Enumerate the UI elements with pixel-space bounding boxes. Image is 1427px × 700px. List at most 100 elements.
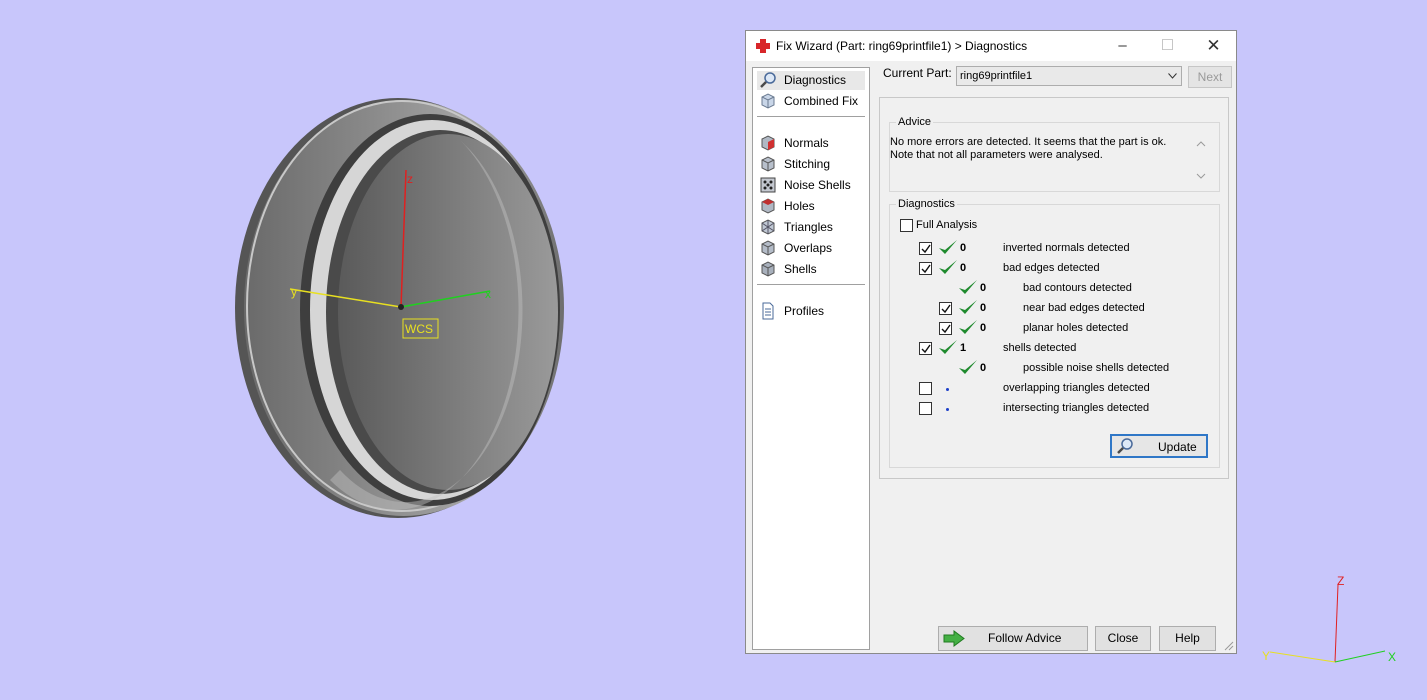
resize-grip-icon[interactable]: [1224, 641, 1234, 651]
green-check-icon: [959, 320, 977, 334]
dialog-title: Fix Wizard (Part: ring69printfile1) > Di…: [776, 39, 1028, 53]
row-checkbox[interactable]: [919, 342, 932, 355]
row-count: 1: [960, 342, 967, 354]
row-label: overlapping triangles detected: [1003, 382, 1150, 394]
row-count: 0: [960, 242, 967, 254]
normals-cube-icon: [761, 135, 775, 151]
close-button[interactable]: Close: [1095, 626, 1151, 651]
full-analysis-checkbox[interactable]: [900, 219, 913, 232]
pending-dot-icon: [946, 408, 949, 411]
green-check-icon: [939, 240, 957, 254]
nav-divider: [757, 116, 865, 117]
full-analysis-label: Full Analysis: [916, 219, 978, 231]
nav-label: Noise Shells: [784, 178, 851, 192]
row-checkbox[interactable]: [919, 382, 932, 395]
diagnostics-title: Diagnostics: [896, 198, 957, 210]
nav-label: Combined Fix: [784, 94, 859, 108]
row-checkbox[interactable]: [919, 242, 932, 255]
mini-axis-x-label: X: [1388, 650, 1396, 664]
follow-advice-button[interactable]: Follow Advice: [938, 626, 1088, 651]
current-part-label: Current Part:: [883, 66, 952, 80]
row-label: shells detected: [1003, 342, 1077, 354]
nav-label: Shells: [784, 262, 817, 276]
document-icon: [762, 302, 774, 320]
nav-label: Normals: [784, 136, 829, 150]
advice-text: No more errors are detected. It seems th…: [890, 136, 1200, 178]
row-label: planar holes detected: [1023, 322, 1129, 334]
row-label: near bad edges detected: [1023, 302, 1145, 314]
nav-item-triangles[interactable]: Triangles: [757, 218, 865, 237]
advice-line-1: No more errors are detected. It seems th…: [890, 136, 1167, 148]
row-checkbox[interactable]: [939, 322, 952, 335]
update-label: Update: [1158, 440, 1197, 454]
update-button[interactable]: Update: [1110, 434, 1208, 458]
nav-item-noise-shells[interactable]: Noise Shells: [757, 176, 865, 195]
wizard-nav-list: Diagnostics Combined Fix Normals Stitchi…: [752, 67, 870, 650]
current-part-value: ring69printfile1: [960, 70, 1033, 82]
nav-item-stitching[interactable]: Stitching: [757, 155, 865, 174]
mini-axis-y-label: Y: [1262, 649, 1270, 663]
nav-label: Holes: [784, 199, 815, 213]
diagnostics-panel: Advice No more errors are detected. It s…: [879, 97, 1229, 479]
triangles-cube-icon: [761, 219, 775, 235]
noise-shells-icon: [760, 177, 776, 193]
row-label: bad edges detected: [1003, 262, 1100, 274]
row-count: 0: [980, 302, 987, 314]
axis-y-label: y: [291, 285, 297, 299]
nav-item-shells[interactable]: Shells: [757, 260, 865, 279]
help-button[interactable]: Help: [1159, 626, 1216, 651]
advice-scrollbar[interactable]: [1194, 138, 1208, 182]
next-button[interactable]: Next: [1188, 66, 1232, 88]
row-checkbox[interactable]: [939, 302, 952, 315]
row-label: intersecting triangles detected: [1003, 402, 1150, 414]
chevron-down-icon: [1168, 73, 1177, 79]
holes-cube-icon: [761, 198, 775, 214]
magnifier-icon: [1117, 438, 1133, 454]
magnifier-icon: [760, 72, 776, 88]
row-count: 0: [980, 282, 987, 294]
orientation-triad: Z Y X: [1262, 574, 1396, 664]
maximize-button[interactable]: ☐: [1145, 31, 1190, 61]
row-label: bad contours detected: [1023, 282, 1132, 294]
row-checkbox[interactable]: [919, 402, 932, 415]
nav-label: Overlaps: [784, 241, 833, 255]
row-checkbox[interactable]: [919, 262, 932, 275]
green-check-icon: [959, 280, 977, 294]
axis-x-label: x: [485, 287, 491, 301]
row-count: 0: [960, 262, 967, 274]
axis-z-label: z: [407, 172, 413, 186]
nav-label: Stitching: [784, 157, 831, 171]
nav-item-normals[interactable]: Normals: [757, 134, 865, 153]
nav-label: Triangles: [784, 220, 833, 234]
pending-dot-icon: [946, 388, 949, 391]
overlaps-cube-icon: [761, 240, 775, 256]
nav-item-combined-fix[interactable]: Combined Fix: [757, 92, 865, 111]
green-check-icon: [939, 340, 957, 354]
nav-item-profiles[interactable]: Profiles: [757, 302, 865, 321]
current-part-select[interactable]: ring69printfile1: [956, 66, 1182, 86]
nav-item-holes[interactable]: Holes: [757, 197, 865, 216]
advice-line-2: Note that not all parameters were analys…: [890, 149, 1103, 161]
stitching-cube-icon: [761, 156, 775, 172]
green-check-icon: [959, 360, 977, 374]
red-cross-icon: [756, 39, 770, 53]
close-window-button[interactable]: ✕: [1191, 31, 1236, 61]
green-arrow-icon: [943, 630, 965, 647]
row-label: inverted normals detected: [1003, 242, 1130, 254]
minimize-button[interactable]: –: [1100, 31, 1145, 61]
wcs-label: WCS: [405, 322, 433, 336]
title-bar[interactable]: Fix Wizard (Part: ring69printfile1) > Di…: [746, 31, 1236, 61]
cube-icon: [761, 93, 775, 109]
row-count: 0: [980, 362, 987, 374]
nav-label: Profiles: [784, 304, 825, 318]
mini-axis-z-label: Z: [1337, 574, 1344, 588]
nav-divider: [757, 284, 865, 285]
nav-item-overlaps[interactable]: Overlaps: [757, 239, 865, 258]
row-count: 0: [980, 322, 987, 334]
shells-cube-icon: [761, 261, 775, 277]
nav-label: Diagnostics: [784, 73, 847, 87]
advice-title: Advice: [896, 116, 934, 128]
green-check-icon: [939, 260, 957, 274]
green-check-icon: [959, 300, 977, 314]
nav-item-diagnostics[interactable]: Diagnostics: [757, 71, 865, 90]
